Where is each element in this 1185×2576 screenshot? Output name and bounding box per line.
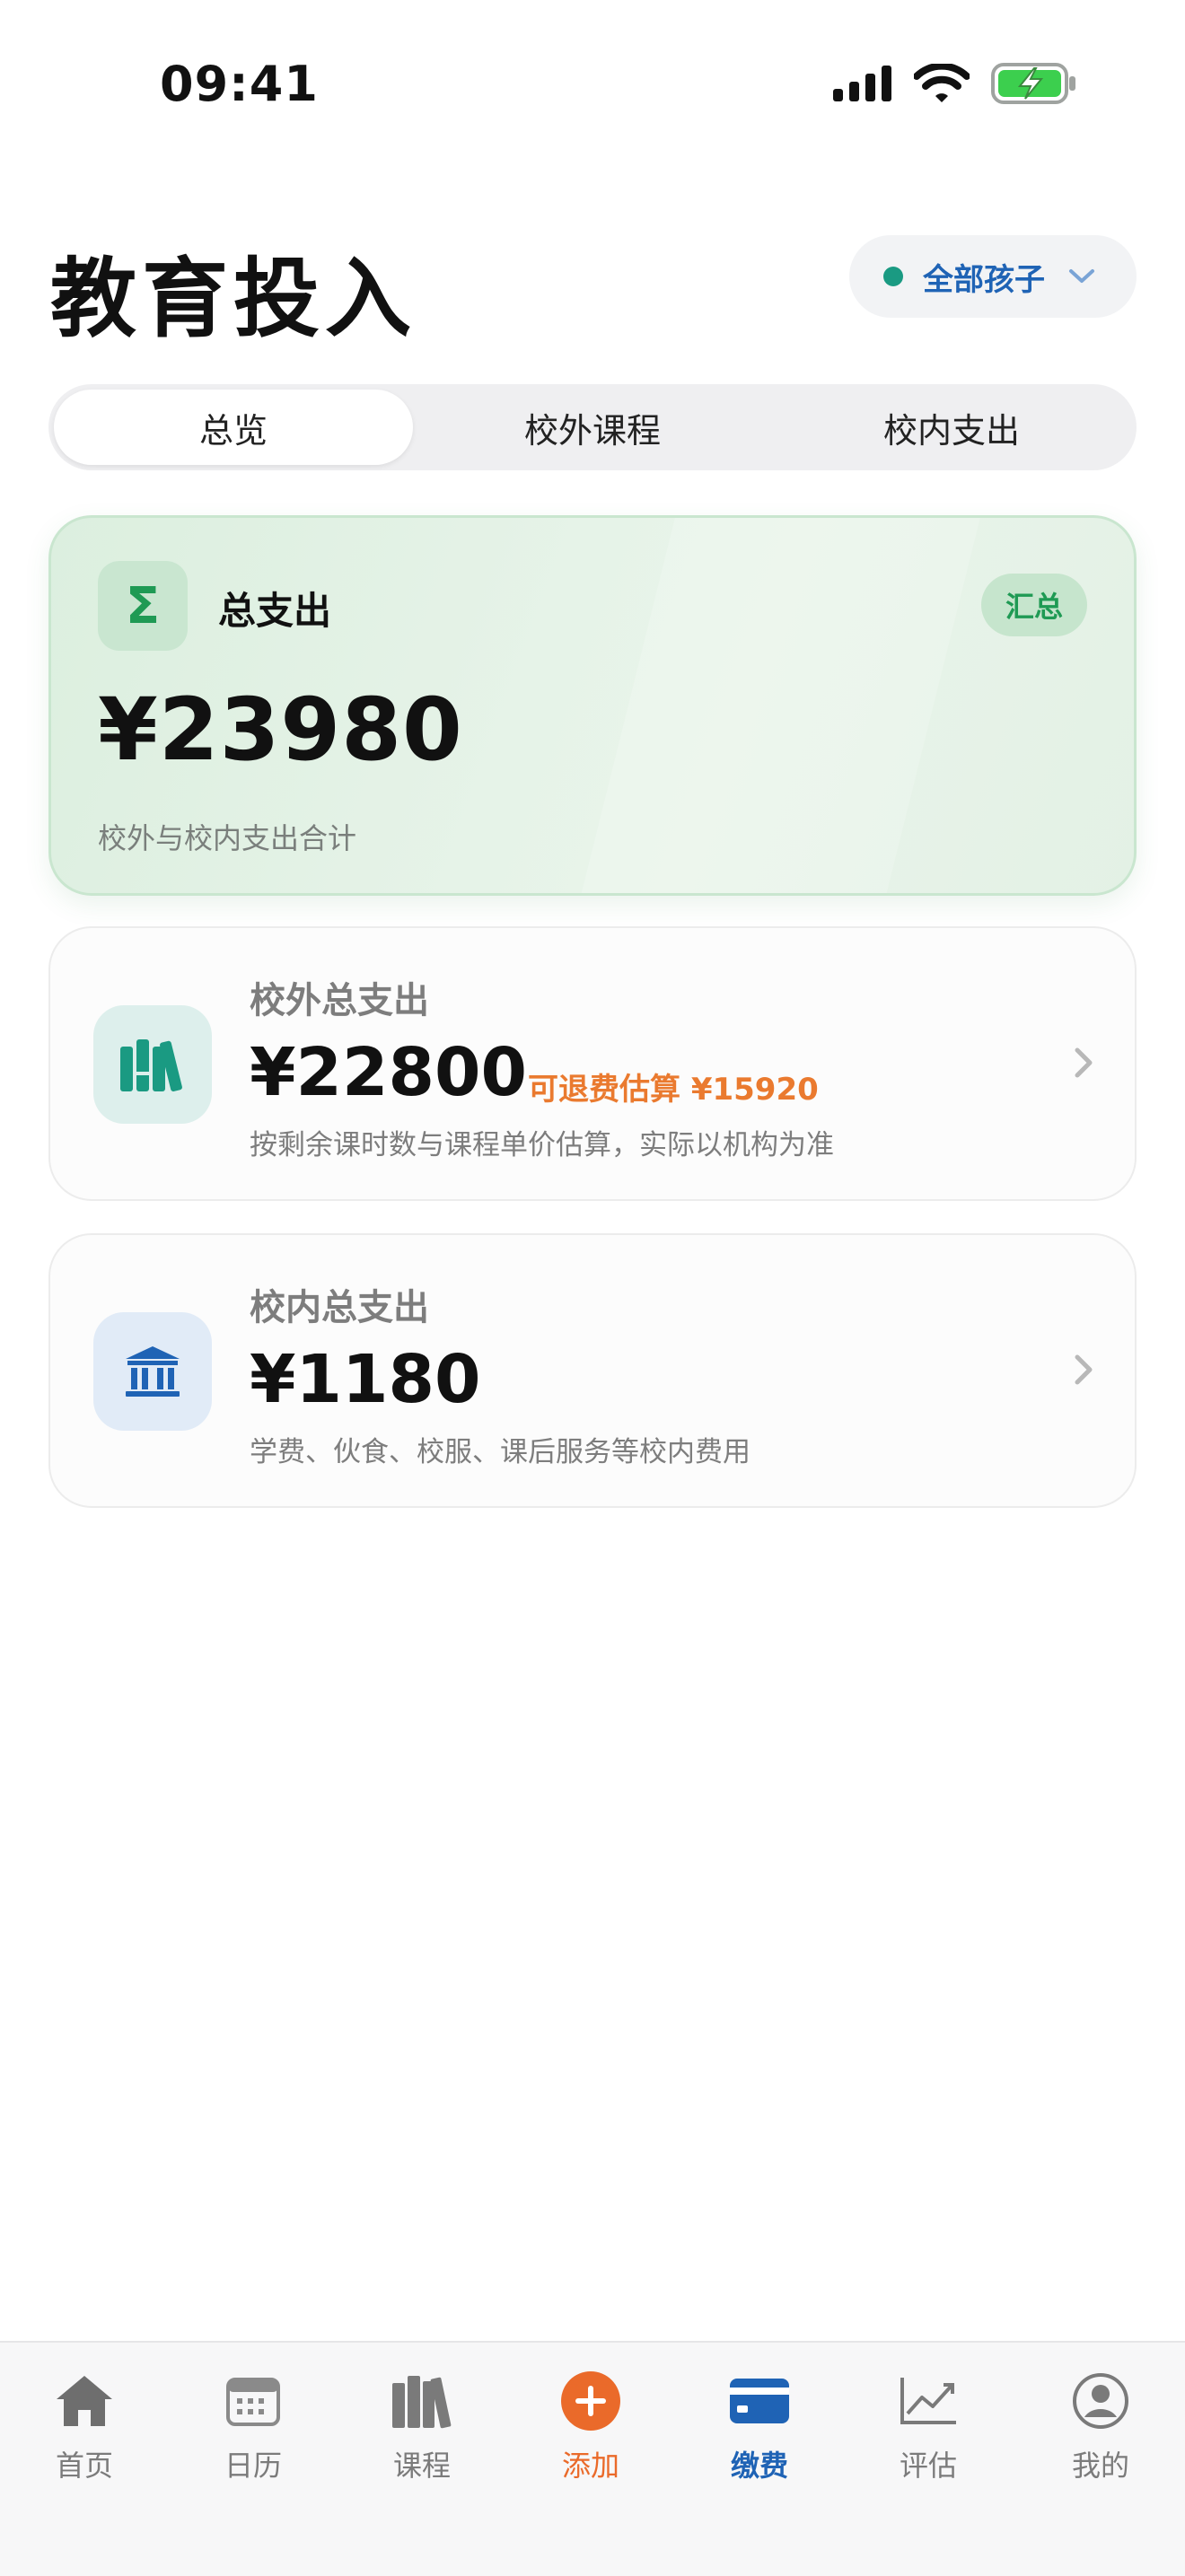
tabbar-calendar-label: 日历 [224,2449,282,2483]
bottom-tab-bar: 首页 日历 课程 添加 缴费 评估 我的 [0,2341,1185,2576]
institution-icon [93,1312,212,1431]
home-icon [53,2366,116,2436]
status-icons [833,63,1077,104]
internal-expense-label: 校内总支出 [250,1287,429,1328]
external-expense-label: 校外总支出 [250,980,429,1021]
child-selector-dropdown[interactable]: 全部孩子 [849,235,1137,318]
tabbar-courses[interactable]: 课程 [359,2366,485,2501]
tabbar-courses-label: 课程 [392,2449,451,2483]
tab-external-courses[interactable]: 校外课程 [413,390,772,465]
tabbar-evaluate[interactable]: 评估 [865,2366,991,2501]
tabbar-home[interactable]: 首页 [22,2366,147,2501]
refund-estimate: 可退费估算 ¥15920 [528,1072,819,1108]
books-icon [391,2366,453,2436]
add-circle-icon [559,2366,622,2436]
summary-title: 总支出 [218,589,332,633]
trend-chart-icon [899,2366,958,2436]
external-expense-description: 按剩余课时数与课程单价估算，实际以机构为准 [250,1129,834,1161]
internal-expense-amount: ¥1180 [250,1341,481,1418]
tab-overview[interactable]: 总览 [54,390,413,465]
credit-card-icon [728,2366,791,2436]
status-dot-icon [883,267,903,286]
books-icon [93,1005,212,1124]
tabbar-payment-label: 缴费 [730,2449,788,2483]
calendar-icon [226,2366,280,2436]
summary-amount: ¥23980 [98,679,463,780]
chevron-right-icon [1075,1354,1093,1385]
internal-expense-card[interactable]: 校内总支出 ¥1180 学费、伙食、校服、课后服务等校内费用 [48,1233,1137,1508]
status-bar: 09:41 [0,0,1185,171]
status-time: 09:41 [160,56,319,112]
chevron-right-icon [1075,1047,1093,1078]
cellular-signal-icon [833,66,891,101]
internal-expense-description: 学费、伙食、校服、课后服务等校内费用 [250,1436,750,1468]
card-sheen [567,518,989,893]
tabbar-payment[interactable]: 缴费 [697,2366,822,2501]
user-profile-icon [1072,2366,1129,2436]
tabbar-mine[interactable]: 我的 [1038,2366,1163,2501]
child-selector-label: 全部孩子 [923,261,1045,298]
tabbar-home-label: 首页 [55,2449,113,2483]
tabbar-evaluate-label: 评估 [899,2449,957,2483]
battery-charging-icon [991,63,1075,104]
tab-school-expenses[interactable]: 校内支出 [772,390,1131,465]
tabbar-mine-label: 我的 [1071,2449,1129,2483]
tabbar-add[interactable]: 添加 [528,2366,654,2501]
summary-badge: 汇总 [981,574,1087,636]
segment-tabs: 总览 校外课程 校内支出 [48,384,1137,470]
external-expense-amount: ¥22800 [250,1034,527,1111]
sigma-icon: Σ [98,561,188,651]
total-expense-card: Σ 总支出 汇总 ¥23980 校外与校内支出合计 [48,515,1137,896]
tabbar-add-label: 添加 [561,2449,619,2483]
summary-subtitle: 校外与校内支出合计 [98,821,357,855]
chevron-down-icon [1069,269,1094,283]
external-expense-card[interactable]: 校外总支出 ¥22800 可退费估算 ¥15920 按剩余课时数与课程单价估算，… [48,926,1137,1201]
tabbar-calendar[interactable]: 日历 [190,2366,316,2501]
wifi-icon [914,64,970,102]
page-title: 教育投入 [50,249,417,349]
